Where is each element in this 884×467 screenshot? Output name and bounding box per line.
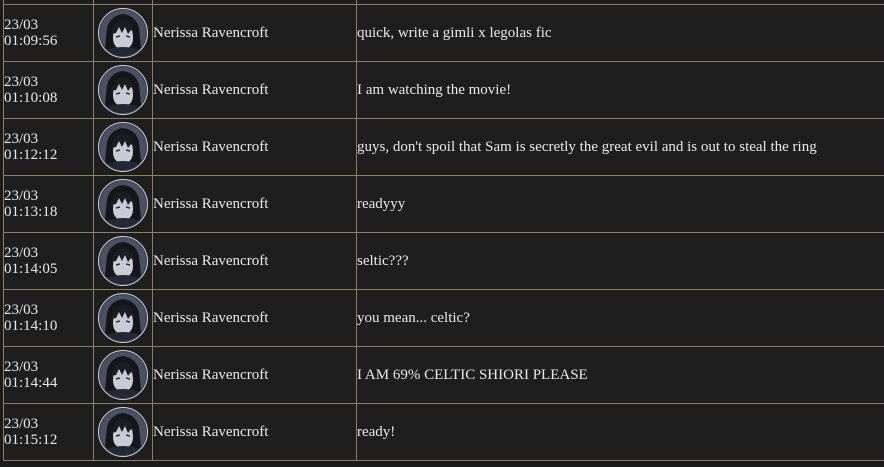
timestamp-cell: 23/03 01:13:18: [3, 175, 94, 233]
username: Nerissa Ravencroft: [153, 24, 269, 41]
username-cell: Nerissa Ravencroft: [152, 403, 357, 461]
username-cell: Nerissa Ravencroft: [152, 289, 357, 347]
avatar[interactable]: [98, 8, 148, 58]
message-cell: seltic???: [356, 232, 884, 290]
username-cell: Nerissa Ravencroft: [152, 61, 357, 119]
avatar[interactable]: [98, 407, 148, 457]
message-cell: ready!: [356, 403, 884, 461]
message-date: 23/03: [4, 131, 39, 147]
message-text: I am watching the movie!: [357, 81, 512, 98]
message-cell: I AM 69% CELTIC SHIORI PLEASE: [356, 346, 884, 404]
message-cell: guys, don't spoil that Sam is secretly t…: [356, 118, 884, 176]
message-time: 01:13:18: [4, 204, 58, 220]
username-cell: Nerissa Ravencroft: [152, 232, 357, 290]
avatar[interactable]: [98, 122, 148, 172]
message-text: ready!: [357, 423, 396, 440]
message-date: 23/03: [4, 302, 39, 318]
message-time: 01:10:08: [4, 90, 58, 106]
timestamp-cell: 23/03 01:10:08: [3, 61, 94, 119]
table-row: 23/03 01:14:44 Nerissa Ravencroft I AM 6…: [3, 346, 884, 404]
username: Nerissa Ravencroft: [153, 423, 269, 440]
message-text: I AM 69% CELTIC SHIORI PLEASE: [357, 366, 588, 383]
message-time: 01:14:10: [4, 318, 58, 334]
username: Nerissa Ravencroft: [153, 309, 269, 326]
username-cell: Nerissa Ravencroft: [152, 4, 357, 62]
chat-log-table: 23/03 01:09:56 Nerissa Ravencroft quick,…: [3, 0, 884, 461]
message-date: 23/03: [4, 359, 39, 375]
username: Nerissa Ravencroft: [153, 138, 269, 155]
avatar-cell: [93, 175, 153, 233]
avatar[interactable]: [98, 179, 148, 229]
timestamp-cell: 23/03 01:09:56: [3, 4, 94, 62]
table-row: 23/03 01:10:08 Nerissa Ravencroft I am w…: [3, 61, 884, 119]
avatar[interactable]: [98, 236, 148, 286]
avatar-cell: [93, 232, 153, 290]
avatar[interactable]: [98, 350, 148, 400]
table-row: 23/03 01:14:10 Nerissa Ravencroft you me…: [3, 289, 884, 347]
message-cell: readyyy: [356, 175, 884, 233]
message-text: readyyy: [357, 195, 406, 212]
message-time: 01:09:56: [4, 33, 58, 49]
message-cell: quick, write a gimli x legolas fic: [356, 4, 884, 62]
message-time: 01:15:12: [4, 432, 58, 448]
avatar-cell: [93, 61, 153, 119]
message-date: 23/03: [4, 245, 39, 261]
username: Nerissa Ravencroft: [153, 81, 269, 98]
message-date: 23/03: [4, 74, 39, 90]
avatar[interactable]: [98, 293, 148, 343]
timestamp-cell: 23/03 01:15:12: [3, 403, 94, 461]
avatar-cell: [93, 118, 153, 176]
chat-log-view: 23/03 01:09:56 Nerissa Ravencroft quick,…: [0, 0, 884, 467]
message-text: quick, write a gimli x legolas fic: [357, 24, 552, 41]
table-row: 23/03 01:09:56 Nerissa Ravencroft quick,…: [3, 4, 884, 62]
username-cell: Nerissa Ravencroft: [152, 118, 357, 176]
message-date: 23/03: [4, 188, 39, 204]
avatar-cell: [93, 346, 153, 404]
message-text: guys, don't spoil that Sam is secretly t…: [357, 138, 817, 155]
table-row: 23/03 01:12:12 Nerissa Ravencroft guys, …: [3, 118, 884, 176]
message-text: you mean... celtic?: [357, 309, 470, 326]
message-time: 01:14:05: [4, 261, 58, 277]
timestamp-cell: 23/03 01:12:12: [3, 118, 94, 176]
avatar-cell: [93, 4, 153, 62]
avatar-cell: [93, 403, 153, 461]
message-time: 01:12:12: [4, 147, 58, 163]
message-cell: you mean... celtic?: [356, 289, 884, 347]
table-row: 23/03 01:14:05 Nerissa Ravencroft seltic…: [3, 232, 884, 290]
message-text: seltic???: [357, 252, 409, 269]
table-row: 23/03 01:15:12 Nerissa Ravencroft ready!: [3, 403, 884, 461]
username: Nerissa Ravencroft: [153, 195, 269, 212]
message-date: 23/03: [4, 17, 39, 33]
username: Nerissa Ravencroft: [153, 252, 269, 269]
table-row: 23/03 01:13:18 Nerissa Ravencroft readyy…: [3, 175, 884, 233]
message-date: 23/03: [4, 416, 39, 432]
timestamp-cell: 23/03 01:14:10: [3, 289, 94, 347]
username-cell: Nerissa Ravencroft: [152, 346, 357, 404]
timestamp-cell: 23/03 01:14:44: [3, 346, 94, 404]
message-time: 01:14:44: [4, 375, 58, 391]
message-cell: I am watching the movie!: [356, 61, 884, 119]
avatar[interactable]: [98, 65, 148, 115]
timestamp-cell: 23/03 01:14:05: [3, 232, 94, 290]
avatar-cell: [93, 289, 153, 347]
username-cell: Nerissa Ravencroft: [152, 175, 357, 233]
username: Nerissa Ravencroft: [153, 366, 269, 383]
